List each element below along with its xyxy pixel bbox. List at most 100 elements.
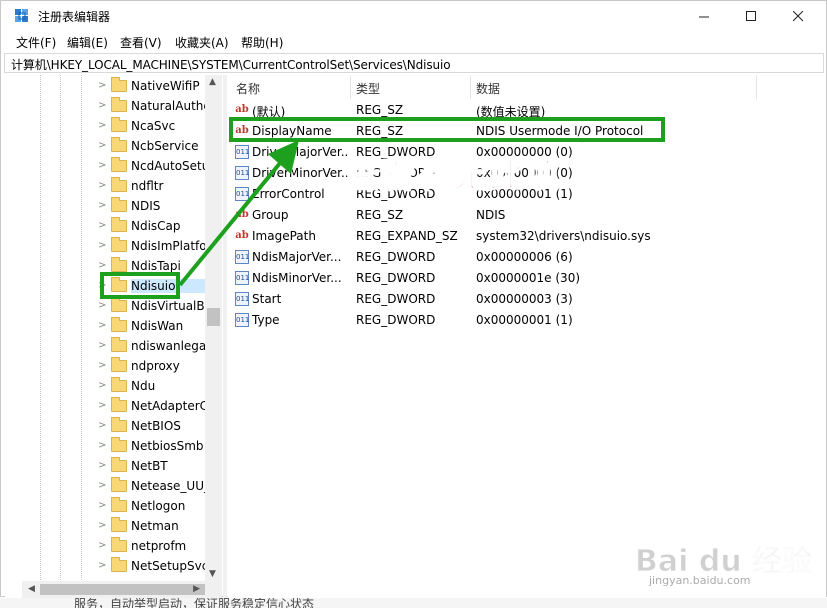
menu-favorites[interactable]: 收藏夹(A) (175, 34, 229, 51)
tree-item[interactable]: > ndproxy (5, 356, 215, 376)
tree-item-label: NdisWan (131, 319, 184, 333)
maximize-button[interactable] (728, 1, 774, 31)
registry-editor-icon (15, 9, 28, 22)
tree-item[interactable]: > NcdAutoSetu (5, 156, 215, 176)
expand-chevron-icon[interactable]: > (98, 140, 106, 151)
tree-item[interactable]: > NetAdapterC (5, 396, 215, 416)
scroll-down-icon[interactable]: ▼ (209, 569, 216, 579)
expand-chevron-icon[interactable]: > (98, 260, 106, 271)
folder-icon (111, 297, 127, 312)
expand-chevron-icon[interactable]: > (98, 440, 106, 451)
expand-chevron-icon[interactable]: > (98, 320, 106, 331)
tree-item[interactable]: > NdisImPlatfo (5, 236, 215, 256)
expand-chevron-icon[interactable]: > (98, 420, 106, 431)
tree-item[interactable]: > NativeWifiP (5, 76, 215, 96)
expand-chevron-icon[interactable]: > (98, 300, 106, 311)
column-divider[interactable] (756, 75, 757, 99)
tree-pane[interactable]: > NativeWifiP > NaturalAuthe > NcaSvc > NcbServ… (5, 75, 222, 599)
column-name[interactable]: 名称 (236, 80, 260, 97)
value-name: ErrorControl (252, 187, 325, 201)
expand-chevron-icon[interactable]: > (98, 460, 106, 471)
maximize-icon (745, 10, 756, 21)
scroll-thumb[interactable] (207, 308, 220, 326)
menu-view[interactable]: 查看(V) (120, 34, 162, 51)
folder-icon (111, 157, 127, 172)
expand-chevron-icon[interactable]: > (98, 80, 106, 91)
pane-splitter[interactable] (223, 75, 227, 599)
tree-item[interactable]: > Netease_UU_ (5, 476, 215, 496)
expand-chevron-icon[interactable]: > (98, 380, 106, 391)
folder-icon (111, 177, 127, 192)
column-type[interactable]: 类型 (356, 80, 380, 97)
tree-item[interactable]: > NetSetupSvc (5, 556, 215, 576)
expand-chevron-icon[interactable]: > (98, 480, 106, 491)
folder-icon (111, 377, 127, 392)
tree-horizontal-scrollbar[interactable]: ◀ ▶ (22, 581, 222, 598)
tree-item[interactable]: > NetbiosSmb (5, 436, 215, 456)
expand-chevron-icon[interactable]: > (98, 160, 106, 171)
tree-item[interactable]: > NetBT (5, 456, 215, 476)
value-row[interactable]: 011 NdisMajorVer... REG_DWORD 0x00000006 (6… (228, 247, 826, 268)
folder-icon (111, 537, 127, 552)
tree-item[interactable]: > netprofm (5, 536, 215, 556)
annotation-text: 查看有无此项 (344, 155, 561, 197)
expand-chevron-icon[interactable]: > (98, 400, 106, 411)
tree-item-label: NdisCap (131, 219, 181, 233)
column-data[interactable]: 数据 (476, 80, 500, 97)
value-row[interactable]: 011 Start REG_DWORD 0x00000003 (3) (228, 289, 826, 310)
expand-chevron-icon[interactable]: > (98, 220, 106, 231)
close-button[interactable] (775, 1, 821, 31)
value-row[interactable]: 011 Type REG_DWORD 0x00000001 (1) (228, 310, 826, 331)
tree-item[interactable]: > NdisCap (5, 216, 215, 236)
tree-item[interactable]: > NdisWan (5, 316, 215, 336)
folder-icon (111, 257, 127, 272)
menu-file[interactable]: 文件(F) (16, 34, 56, 51)
tree-item[interactable]: > ndfltr (5, 176, 215, 196)
tree-item[interactable]: > NcbService (5, 136, 215, 156)
tree-item[interactable]: > NDIS (5, 196, 215, 216)
folder-icon (111, 197, 127, 212)
folder-icon (111, 217, 127, 232)
tree-item-label: NDIS (131, 199, 161, 213)
expand-chevron-icon[interactable]: > (98, 120, 106, 131)
scroll-thumb[interactable] (40, 584, 205, 595)
expand-chevron-icon[interactable]: > (98, 520, 106, 531)
expand-chevron-icon[interactable]: > (98, 180, 106, 191)
tree-item[interactable]: > Netlogon (5, 496, 215, 516)
expand-chevron-icon[interactable]: > (98, 540, 106, 551)
value-row[interactable]: ab Group REG_SZ NDIS (228, 205, 826, 226)
column-divider[interactable] (470, 75, 471, 99)
tree-item[interactable]: > NaturalAuthe (5, 96, 215, 116)
scroll-right-icon[interactable]: ▶ (193, 584, 200, 594)
menu-edit[interactable]: 编辑(E) (67, 34, 108, 51)
tree-vertical-scrollbar[interactable]: ▲ ▼ (205, 75, 222, 581)
expand-chevron-icon[interactable]: > (98, 240, 106, 251)
menu-help[interactable]: 帮助(H) (241, 34, 283, 51)
value-row[interactable]: 011 NdisMinorVer... REG_DWORD 0x0000001e (3… (228, 268, 826, 289)
value-type: REG_DWORD (356, 271, 436, 285)
scroll-left-icon[interactable]: ◀ (28, 584, 35, 594)
expand-chevron-icon[interactable]: > (98, 360, 106, 371)
expand-chevron-icon[interactable]: > (98, 560, 106, 571)
dword-value-icon: 011 (235, 250, 249, 264)
tree-item[interactable]: > Ndu (5, 376, 215, 396)
minimize-button[interactable] (681, 1, 727, 31)
tree-item[interactable]: > ndiswanlegac (5, 336, 215, 356)
value-row-highlight-box (229, 117, 665, 142)
tree-item[interactable]: > NcaSvc (5, 116, 215, 136)
expand-chevron-icon[interactable]: > (98, 200, 106, 211)
value-row[interactable]: ab ImagePath REG_EXPAND_SZ system32\drivers… (228, 226, 826, 247)
tree-item[interactable]: > NdisVirtualBu (5, 296, 215, 316)
value-data: NDIS (476, 208, 506, 222)
scroll-up-icon[interactable]: ▲ (209, 77, 216, 87)
tree-item-label: ndiswanlegac (131, 339, 205, 353)
column-divider[interactable] (350, 75, 351, 99)
expand-chevron-icon[interactable]: > (98, 340, 106, 351)
expand-chevron-icon[interactable]: > (98, 100, 106, 111)
address-bar[interactable]: 计算机\HKEY_LOCAL_MACHINE\SYSTEM\CurrentCon… (4, 53, 824, 73)
dword-value-icon: 011 (235, 271, 249, 285)
tree-item[interactable]: > Netman (5, 516, 215, 536)
tree-item[interactable]: > NetBIOS (5, 416, 215, 436)
expand-chevron-icon[interactable]: > (98, 500, 106, 511)
dword-value-icon: 011 (235, 313, 249, 327)
